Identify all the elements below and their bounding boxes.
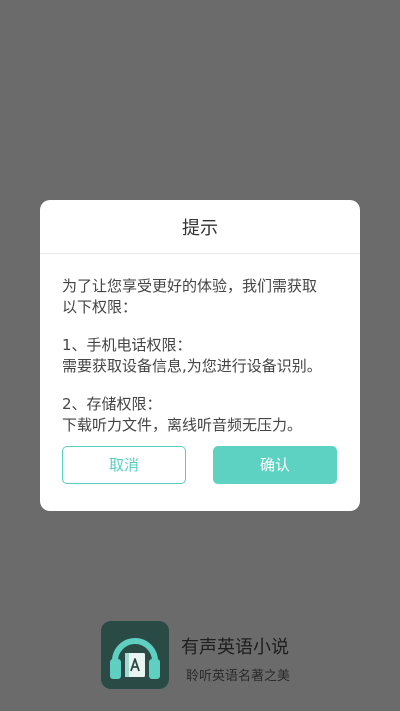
storage-permission-desc: 下载听力文件，离线听音频无压力。 [62,416,303,434]
confirm-button[interactable]: 确认 [213,446,337,484]
phone-permission-desc: 需要获取设备信息,为您进行设备识别。 [62,357,322,375]
permission-dialog: 提示 为了让您享受更好的体验，我们需获取 以下权限： 1、手机电话权限： 需要获… [40,200,360,511]
dialog-message: 为了让您享受更好的体验，我们需获取 以下权限： 1、手机电话权限： 需要获取设备… [62,276,342,436]
headphones-book-icon [101,621,169,689]
cancel-button[interactable]: 取消 [62,446,186,484]
intro-line-1: 为了让您享受更好的体验，我们需获取 [62,277,318,295]
intro-line-2: 以下权限： [62,298,138,316]
storage-permission-title: 2、存储权限： [62,395,162,413]
app-name: 有声英语小说 [181,637,289,658]
phone-permission-title: 1、手机电话权限： [62,336,192,354]
app-slogan: 聆听英语名著之美 [186,669,291,684]
dialog-title: 提示 [40,200,360,254]
